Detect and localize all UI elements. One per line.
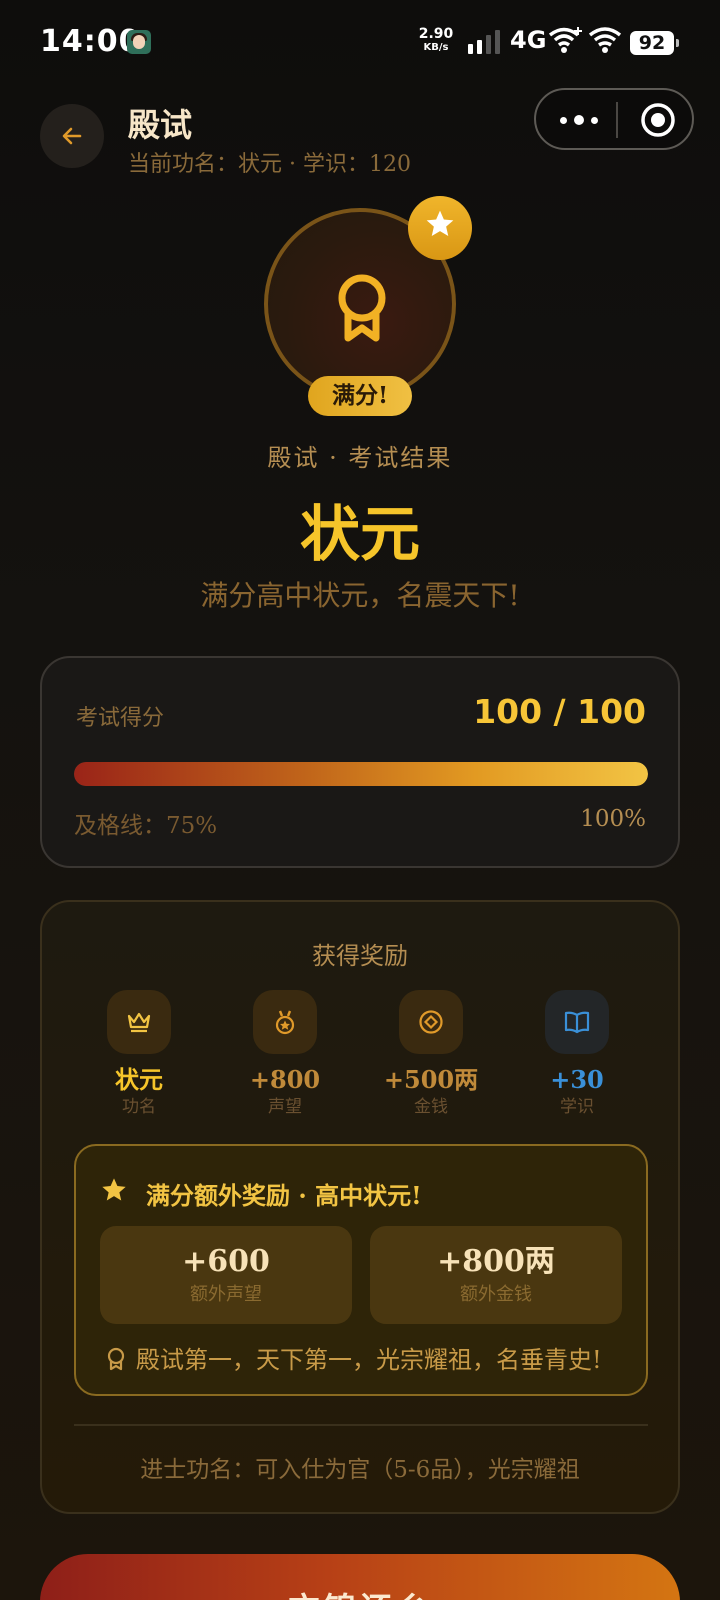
status-time: 14:00 (40, 24, 141, 59)
book-icon (545, 990, 609, 1054)
score-value: 100 / 100 (473, 692, 646, 731)
score-progress-fill (74, 762, 648, 786)
rewards-card: 获得奖励 状元 功名 +800 声望 +500两 金钱 +30 学识 满分额外奖… (40, 900, 680, 1514)
reward-label: 声望 (268, 1097, 302, 1117)
score-label: 考试得分 (76, 706, 165, 731)
network-type: 4G (510, 26, 547, 54)
reward-item-rank: 状元 功名 (64, 990, 214, 1118)
star-badge (408, 196, 472, 260)
reward-value: +500两 (383, 1065, 479, 1094)
award-ribbon-icon (338, 274, 386, 342)
bonus-label: 额外声望 (190, 1284, 262, 1305)
bonus-reward-box: 满分额外奖励 · 高中状元! +600 额外声望 +800两 额外金钱 殿试第一… (74, 1144, 648, 1396)
pass-line-label: 及格线：75% (74, 813, 218, 839)
medal-icon (253, 990, 317, 1054)
reward-item-money: +500两 金钱 (356, 990, 506, 1118)
bonus-tile-reputation: +600 额外声望 (100, 1226, 352, 1324)
rewards-heading: 获得奖励 (312, 942, 408, 970)
coin-icon (399, 990, 463, 1054)
reward-value: 状元 (115, 1065, 163, 1094)
return-home-label: 衣锦还乡 (40, 1584, 680, 1600)
signal-icon (468, 30, 504, 54)
miniprogram-capsule (534, 88, 694, 150)
capsule-divider (616, 102, 618, 138)
net-speed-value: 2.90 (418, 26, 454, 42)
exam-caption: 殿试 · 考试结果 (267, 444, 453, 472)
page-title: 殿试 (128, 106, 193, 144)
notification-avatar-icon (127, 30, 151, 54)
reward-value: +30 (550, 1065, 604, 1094)
battery-indicator: 92 (630, 31, 679, 55)
crown-icon (107, 990, 171, 1054)
net-speed: 2.90 KB/s (418, 26, 454, 54)
rank-note: 进士功名：可入仕为官（5-6品），光宗耀祖 (140, 1457, 580, 1483)
max-score-label: 100% (580, 806, 646, 832)
status-bar: 14:00 2.90 KB/s 4G 92 (0, 0, 720, 86)
perfect-score-badge: 满分! (308, 376, 412, 416)
rewards-divider (74, 1424, 648, 1426)
net-speed-unit: KB/s (423, 42, 449, 53)
bonus-value: +800两 (437, 1244, 555, 1279)
rank-title: 状元 (300, 500, 420, 570)
star-icon (426, 210, 454, 236)
wifi-icon (588, 27, 622, 53)
bonus-title: 满分额外奖励 · 高中状元! (146, 1181, 422, 1210)
close-miniprogram-icon[interactable] (640, 102, 676, 138)
reward-label: 功名 (122, 1097, 156, 1117)
bonus-quote: 殿试第一，天下第一，光宗耀祖，名垂青史! (106, 1340, 602, 1375)
bonus-tile-money: +800两 额外金钱 (370, 1226, 622, 1324)
page-subtitle: 当前功名：状元 · 学识：120 (128, 152, 411, 177)
back-button[interactable] (40, 104, 104, 168)
reward-item-reputation: +800 声望 (210, 990, 360, 1118)
bonus-label: 额外金钱 (460, 1284, 532, 1305)
score-card: 考试得分 100 / 100 及格线：75% 100% (40, 656, 680, 868)
arrow-left-icon (62, 127, 82, 145)
rank-description: 满分高中状元，名震天下! (200, 579, 520, 612)
score-progress-bar (74, 762, 648, 786)
reward-label: 学识 (560, 1097, 594, 1117)
bonus-value: +600 (182, 1244, 270, 1279)
wifi-plus-icon (548, 27, 582, 53)
bonus-quote-text: 殿试第一，天下第一，光宗耀祖，名垂青史! (136, 1346, 602, 1374)
reward-label: 金钱 (414, 1097, 448, 1117)
reward-item-knowledge: +30 学识 (502, 990, 652, 1118)
star-icon (102, 1178, 126, 1201)
award-icon (107, 1347, 125, 1371)
more-menu-button[interactable] (556, 112, 606, 130)
return-home-button[interactable]: 衣锦还乡 (40, 1554, 680, 1600)
reward-value: +800 (249, 1065, 321, 1094)
